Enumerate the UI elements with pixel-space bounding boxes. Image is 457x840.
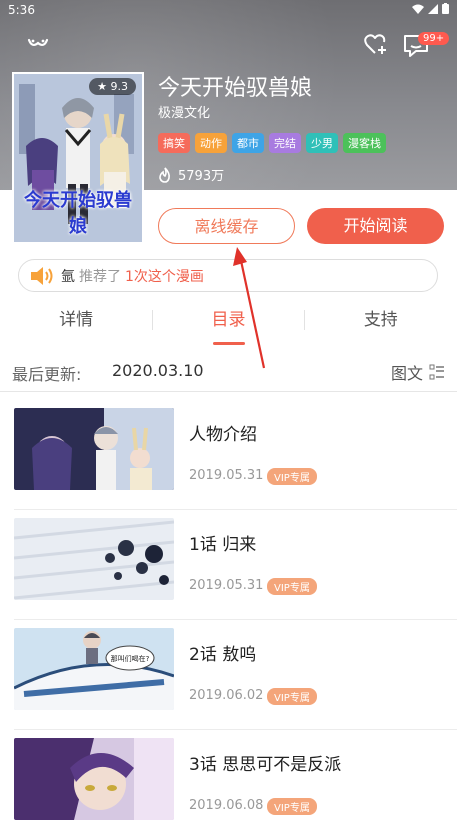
chapter-title: 人物介绍 xyxy=(189,425,257,445)
publisher-name: 极漫文化 xyxy=(158,106,211,121)
tab-divider xyxy=(304,310,305,330)
recommend-text: 推荐了 xyxy=(79,268,121,285)
chapter-thumbnail xyxy=(14,738,174,820)
chapter-thumbnail-art xyxy=(14,738,174,820)
chapter-date: 2019.06.02 xyxy=(189,688,264,703)
status-bar: 5:36 xyxy=(0,0,457,22)
chapter-date: 2019.05.31 xyxy=(189,578,264,593)
rating-value: 9.3 xyxy=(110,80,129,93)
chapter-date: 2019.06.08 xyxy=(189,798,264,813)
chapter-thumbnail-art xyxy=(14,518,174,600)
tag-chip[interactable]: 都市 xyxy=(232,133,264,153)
cover-title-text: 今天开始驭兽娘 xyxy=(24,190,132,237)
vip-badge: VIP专属 xyxy=(267,468,317,485)
chapter-thumbnail xyxy=(14,518,174,600)
start-reading-button[interactable]: 开始阅读 xyxy=(307,208,444,244)
chapter-title: 2话 敖呜 xyxy=(189,645,257,665)
recommend-user: 氩 xyxy=(61,268,75,285)
comic-title: 今天开始驭兽娘 xyxy=(158,76,313,101)
chapter-thumbnail xyxy=(14,408,174,490)
chapter-thumbnail: 那叫们喝在? xyxy=(14,628,174,710)
wifi-icon xyxy=(412,4,424,14)
rating-badge: ★ 9.3 xyxy=(89,78,136,95)
tab-bar: 详情 目录 支持 xyxy=(0,300,457,346)
chapter-item[interactable]: 那叫们喝在? 2话 敖呜 2019.06.02 VIP专属 xyxy=(0,620,457,730)
chapter-title: 3话 思思可不是反派 xyxy=(189,755,342,775)
view-mode-toggle[interactable]: 图文 xyxy=(391,360,445,384)
last-update-label: 最后更新: xyxy=(12,365,82,384)
vip-badge: VIP专属 xyxy=(267,578,317,595)
recommend-count: 1次这个漫画 xyxy=(125,268,204,285)
tab-catalog[interactable]: 目录 xyxy=(152,300,304,346)
speech-bubble-text: 那叫们喝在? xyxy=(111,654,150,663)
chapter-title: 1话 归来 xyxy=(189,535,257,555)
chapter-item[interactable]: 人物介绍 2019.05.31 VIP专属 xyxy=(0,400,457,510)
status-time: 5:36 xyxy=(8,3,35,17)
favorite-add-icon[interactable] xyxy=(364,34,390,56)
catalog-header: 最后更新: 2020.03.10 图文 xyxy=(0,352,457,392)
chapter-thumbnail-art: 那叫们喝在? xyxy=(14,628,174,710)
view-count: 5793万 xyxy=(158,165,224,184)
tag-chip[interactable]: 搞笑 xyxy=(158,133,190,153)
chapter-item[interactable]: 3话 思思可不是反派 2019.06.08 VIP专属 xyxy=(0,730,457,840)
signal-icon xyxy=(428,3,438,14)
chapter-date: 2019.05.31 xyxy=(189,468,264,483)
active-tab-indicator xyxy=(213,342,245,345)
tag-chip[interactable]: 完结 xyxy=(269,133,301,153)
last-update-date: 2020.03.10 xyxy=(112,361,204,380)
battery-icon xyxy=(442,3,449,14)
view-count-value: 5793万 xyxy=(178,169,225,184)
tag-chip[interactable]: 漫客栈 xyxy=(343,133,386,153)
tab-divider xyxy=(152,310,153,330)
status-icons xyxy=(412,3,449,14)
list-view-icon xyxy=(429,364,444,380)
vip-badge: VIP专属 xyxy=(267,688,317,705)
offline-cache-button[interactable]: 离线缓存 xyxy=(158,208,295,244)
vip-badge: VIP专属 xyxy=(267,798,317,815)
tab-details[interactable]: 详情 xyxy=(0,300,152,346)
view-mode-label: 图文 xyxy=(390,364,423,383)
notification-badge: 99+ xyxy=(418,32,450,45)
tab-support[interactable]: 支持 xyxy=(305,300,457,346)
chapter-item[interactable]: 1话 归来 2019.05.31 VIP专属 xyxy=(0,510,457,620)
tag-list: 搞笑 动作 都市 完结 少男 漫客栈 xyxy=(158,133,386,153)
back-icon[interactable] xyxy=(27,36,49,52)
tag-chip[interactable]: 动作 xyxy=(195,133,227,153)
chapter-thumbnail-art xyxy=(14,408,174,490)
recommend-bar[interactable]: 氩 推荐了 1次这个漫画 xyxy=(18,259,438,292)
speaker-icon xyxy=(31,266,53,285)
star-icon: ★ xyxy=(97,80,107,93)
comic-cover[interactable]: ★ 9.3 今天开始驭兽娘 xyxy=(12,72,144,244)
tag-chip[interactable]: 少男 xyxy=(306,133,338,153)
fire-icon xyxy=(159,166,170,183)
